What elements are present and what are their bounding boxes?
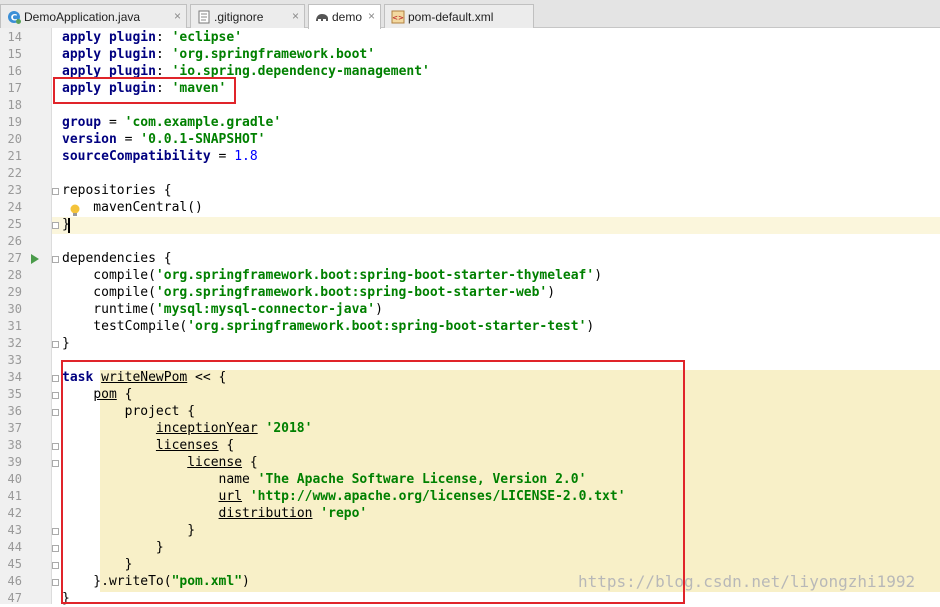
fold-marker[interactable] (52, 562, 59, 569)
code-text[interactable]: apply plugin: 'org.springframework.boot' (62, 46, 375, 63)
line-number: 21 (7, 149, 22, 163)
code-line[interactable]: 22 (0, 165, 888, 182)
code-line[interactable]: 25} (0, 216, 888, 233)
code-line[interactable]: 30 runtime('mysql:mysql-connector-java') (0, 301, 888, 318)
tab-label: DemoApplication.java (24, 9, 141, 24)
line-number: 19 (7, 115, 22, 129)
line-number: 20 (7, 132, 22, 146)
code-text[interactable]: runtime('mysql:mysql-connector-java') (62, 301, 383, 318)
gradle-elephant-icon (315, 10, 329, 24)
line-number: 15 (7, 47, 22, 61)
tab-label: pom-default.xml (408, 9, 494, 24)
tab-label: demo (332, 10, 363, 24)
line-number: 34 (7, 370, 22, 384)
line-number: 42 (7, 506, 22, 520)
code-line[interactable]: 20 version = '0.0.1-SNAPSHOT' (0, 131, 888, 148)
tab-demo[interactable]: demo × (308, 4, 381, 29)
code-text[interactable]: version = '0.0.1-SNAPSHOT' (62, 131, 266, 148)
line-number: 32 (7, 336, 22, 350)
fold-marker[interactable] (52, 256, 59, 263)
code-line[interactable]: 23 repositories { (0, 182, 888, 199)
fold-marker[interactable] (52, 579, 59, 586)
code-text[interactable]: dependencies { (62, 250, 172, 267)
code-line[interactable]: 21 sourceCompatibility = 1.8 (0, 148, 888, 165)
fold-marker[interactable] (52, 545, 59, 552)
code-line[interactable]: 32} (0, 335, 888, 352)
fold-marker[interactable] (52, 443, 59, 450)
task-annotation-box (61, 360, 685, 604)
line-number: 41 (7, 489, 22, 503)
line-number: 37 (7, 421, 22, 435)
line-number: 38 (7, 438, 22, 452)
line-number: 31 (7, 319, 22, 333)
lightbulb-icon[interactable] (70, 202, 80, 216)
line-number: 23 (7, 183, 22, 197)
line-number: 26 (7, 234, 22, 248)
code-line[interactable]: 27 dependencies { (0, 250, 888, 267)
xml-file-icon: <> (391, 10, 405, 24)
run-gradle-icon[interactable] (31, 254, 39, 264)
line-number: 29 (7, 285, 22, 299)
close-icon[interactable]: × (368, 10, 375, 22)
code-text[interactable]: repositories { (62, 182, 172, 199)
code-text[interactable]: sourceCompatibility = 1.8 (62, 148, 258, 165)
tab-demoapplication-java[interactable]: C DemoApplication.java × (0, 4, 187, 28)
tab-label: .gitignore (214, 9, 264, 24)
code-line[interactable]: 31 testCompile('org.springframework.boot… (0, 318, 888, 335)
code-text[interactable]: apply plugin: 'eclipse' (62, 29, 242, 46)
code-line[interactable]: 19 group = 'com.example.gradle' (0, 114, 888, 131)
fold-marker[interactable] (52, 528, 59, 535)
line-number: 18 (7, 98, 22, 112)
fold-marker[interactable] (52, 188, 59, 195)
svg-text:<>: <> (392, 14, 404, 22)
line-number: 28 (7, 268, 22, 282)
code-line[interactable]: 14 apply plugin: 'eclipse' (0, 29, 888, 46)
code-text[interactable]: compile('org.springframework.boot:spring… (62, 284, 555, 301)
code-text[interactable]: group = 'com.example.gradle' (62, 114, 281, 131)
line-number: 40 (7, 472, 22, 486)
fold-marker[interactable] (52, 341, 59, 348)
line-number: 16 (7, 64, 22, 78)
code-line[interactable]: 26 (0, 233, 888, 250)
line-number: 27 (7, 251, 22, 265)
line-number: 45 (7, 557, 22, 571)
tab-gitignore[interactable]: .gitignore × (190, 4, 305, 28)
line-number: 14 (7, 30, 22, 44)
fold-marker[interactable] (52, 375, 59, 382)
code-line[interactable]: 28 compile('org.springframework.boot:spr… (0, 267, 888, 284)
fold-marker[interactable] (52, 222, 59, 229)
line-number: 46 (7, 574, 22, 588)
line-number: 35 (7, 387, 22, 401)
watermark: https://blog.csdn.net/liyongzhi1992 (578, 572, 916, 591)
line-number: 22 (7, 166, 22, 180)
line-number: 44 (7, 540, 22, 554)
code-line[interactable]: 24 mavenCentral() (0, 199, 888, 216)
line-number: 30 (7, 302, 22, 316)
java-class-icon: C (7, 10, 21, 24)
close-icon[interactable]: × (292, 10, 299, 22)
line-number: 36 (7, 404, 22, 418)
fold-marker[interactable] (52, 460, 59, 467)
tab-pom-default-xml[interactable]: <> pom-default.xml (384, 4, 534, 28)
line-number: 43 (7, 523, 22, 537)
line-number: 25 (7, 217, 22, 231)
code-text[interactable]: } (62, 335, 70, 352)
line-number: 39 (7, 455, 22, 469)
fold-marker[interactable] (52, 409, 59, 416)
fold-marker[interactable] (52, 392, 59, 399)
line-number: 24 (7, 200, 22, 214)
code-line[interactable]: 15 apply plugin: 'org.springframework.boo… (0, 46, 888, 63)
line-number: 47 (7, 591, 22, 605)
close-icon[interactable]: × (174, 10, 181, 22)
line-number: 17 (7, 81, 22, 95)
line-number: 33 (7, 353, 22, 367)
maven-plugin-annotation-box (53, 77, 236, 104)
editor-tab-bar: C DemoApplication.java × .gitignore × de… (0, 0, 940, 29)
text-caret (68, 218, 70, 233)
text-file-icon (197, 10, 211, 24)
code-text[interactable]: mavenCentral() (62, 199, 203, 216)
code-line[interactable]: 29 compile('org.springframework.boot:spr… (0, 284, 888, 301)
code-text[interactable]: compile('org.springframework.boot:spring… (62, 267, 602, 284)
code-text[interactable]: testCompile('org.springframework.boot:sp… (62, 318, 594, 335)
